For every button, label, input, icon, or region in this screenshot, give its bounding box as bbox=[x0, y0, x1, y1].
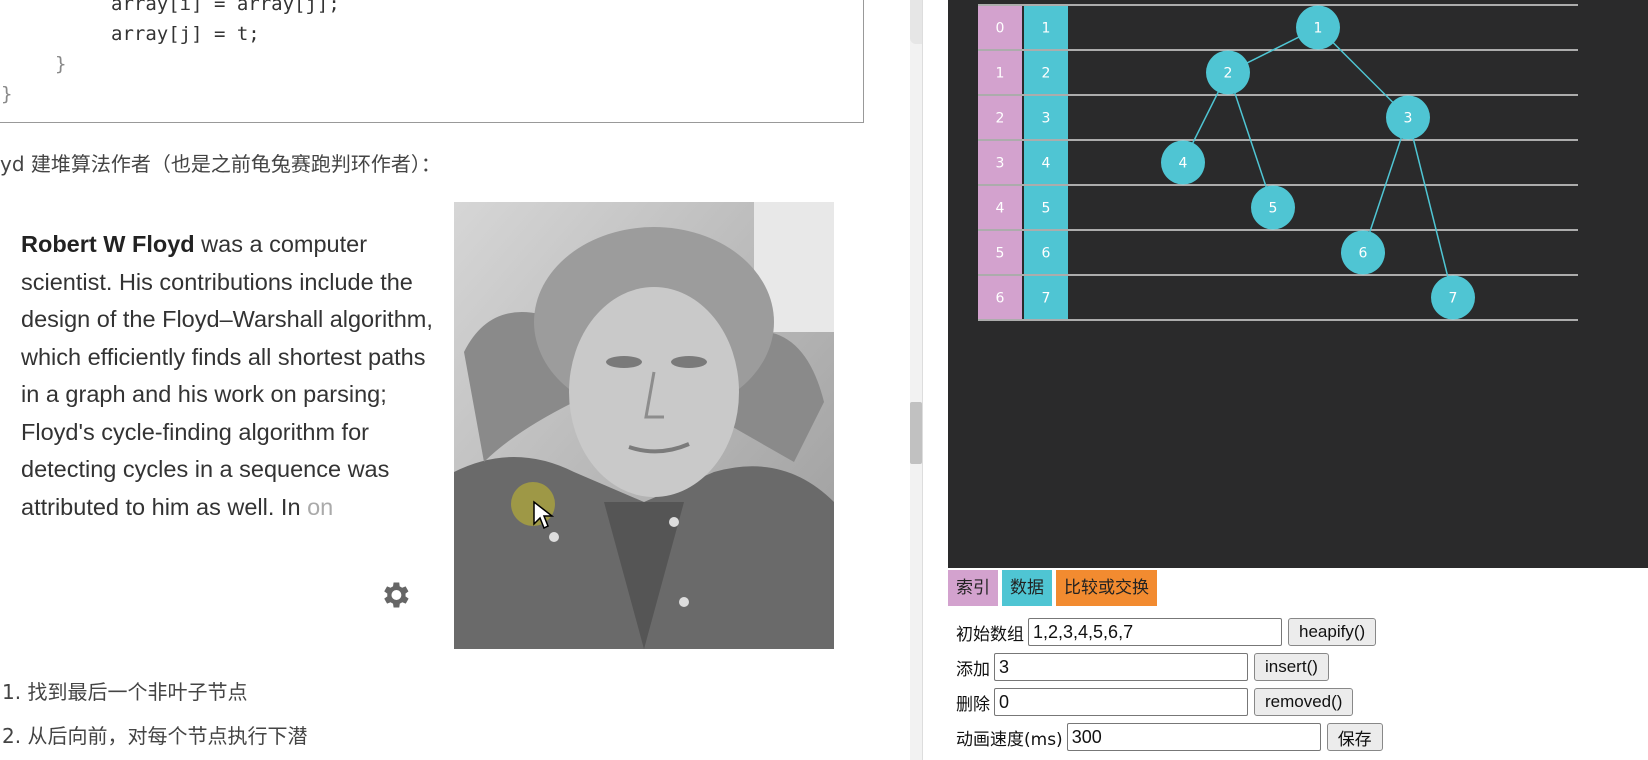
insert-button[interactable]: insert() bbox=[1254, 653, 1329, 681]
save-button[interactable]: 保存 bbox=[1326, 723, 1383, 751]
data-cell-label: 3 bbox=[1042, 111, 1051, 127]
delete-row: 删除 removed() bbox=[956, 687, 1354, 717]
index-cell-label: 4 bbox=[996, 201, 1005, 217]
document-pane: array[i] = array[j]; array[j] = t; } } y… bbox=[0, 0, 922, 760]
bio-name[interactable]: Robert W Floyd bbox=[21, 231, 195, 257]
gear-icon[interactable] bbox=[378, 578, 412, 612]
index-cell-label: 5 bbox=[996, 246, 1005, 262]
legend-data: 数据 bbox=[1002, 570, 1052, 606]
data-cell-label: 4 bbox=[1042, 156, 1051, 172]
tree-edge bbox=[1407, 117, 1454, 298]
delete-input[interactable] bbox=[994, 688, 1248, 716]
add-input[interactable] bbox=[994, 653, 1248, 681]
tree-node-label: 1 bbox=[1314, 21, 1323, 37]
tree-node-label: 7 bbox=[1449, 291, 1458, 307]
legend: 索引 数据 比较或交换 bbox=[948, 570, 1157, 606]
init-array-label: 初始数组 bbox=[956, 624, 1024, 645]
code-line: array[i] = array[j]; bbox=[111, 0, 340, 15]
list-item: 2. 从后向前，对每个节点执行下潜 bbox=[2, 724, 308, 748]
tree-node-label: 6 bbox=[1359, 246, 1368, 262]
index-cell-label: 0 bbox=[996, 21, 1005, 37]
data-cell-label: 1 bbox=[1042, 21, 1051, 37]
index-cell-label: 2 bbox=[996, 111, 1005, 127]
legend-index: 索引 bbox=[948, 570, 998, 606]
vertical-scrollbar[interactable] bbox=[910, 0, 922, 760]
tree-node-label: 5 bbox=[1269, 201, 1278, 217]
code-block: array[i] = array[j]; array[j] = t; } } bbox=[0, 0, 864, 123]
pane-divider[interactable] bbox=[922, 0, 949, 760]
bio-text: was a computer scientist. His contributi… bbox=[21, 231, 433, 520]
speed-label: 动画速度(ms) bbox=[956, 729, 1063, 750]
scrollbar-top-cap bbox=[910, 0, 922, 44]
mouse-pointer-icon bbox=[533, 500, 554, 530]
data-cell-label: 2 bbox=[1042, 66, 1051, 82]
index-cell-label: 3 bbox=[996, 156, 1005, 172]
init-array-row: 初始数组 heapify() bbox=[956, 617, 1377, 647]
tree-node-label: 2 bbox=[1224, 66, 1233, 82]
floyd-portrait-image bbox=[454, 202, 834, 649]
init-array-input[interactable] bbox=[1028, 618, 1282, 646]
speed-input[interactable] bbox=[1066, 723, 1321, 751]
add-label: 添加 bbox=[956, 659, 990, 680]
list-item: 1. 找到最后一个非叶子节点 bbox=[2, 680, 248, 704]
wiki-preview-text: Robert W Floyd was a computer scientist.… bbox=[21, 226, 436, 526]
code-line: } bbox=[55, 53, 67, 75]
index-cell-label: 1 bbox=[996, 66, 1005, 82]
scrollbar-thumb[interactable] bbox=[910, 402, 922, 464]
heapify-button[interactable]: heapify() bbox=[1288, 618, 1377, 646]
legend-compare: 比较或交换 bbox=[1056, 570, 1157, 606]
tree-node-label: 3 bbox=[1404, 111, 1413, 127]
delete-label: 删除 bbox=[956, 694, 990, 715]
data-cell-label: 5 bbox=[1042, 201, 1051, 217]
removed-button[interactable]: removed() bbox=[1254, 688, 1354, 716]
heap-tree-svg: 0 1 1 2 2 3 3 4 4 5 5 6 6 7 1 2 3 4 5 6 7 bbox=[978, 4, 1578, 321]
code-line: array[j] = t; bbox=[111, 23, 260, 45]
speed-row: 动画速度(ms) 保存 bbox=[956, 722, 1383, 752]
data-cell-label: 7 bbox=[1042, 291, 1051, 307]
section-heading: yd 建堆算法作者（也是之前龟兔赛跑判环作者）： bbox=[0, 152, 441, 176]
add-row: 添加 insert() bbox=[956, 652, 1329, 682]
index-cell-label: 6 bbox=[996, 291, 1005, 307]
bio-fade-text: on bbox=[307, 493, 334, 520]
heap-visualization: 0 1 1 2 2 3 3 4 4 5 5 6 6 7 1 2 3 4 5 6 7 bbox=[948, 0, 1648, 568]
data-cell-label: 6 bbox=[1042, 246, 1051, 262]
tree-node-label: 4 bbox=[1179, 156, 1188, 172]
code-line: } bbox=[1, 83, 13, 105]
